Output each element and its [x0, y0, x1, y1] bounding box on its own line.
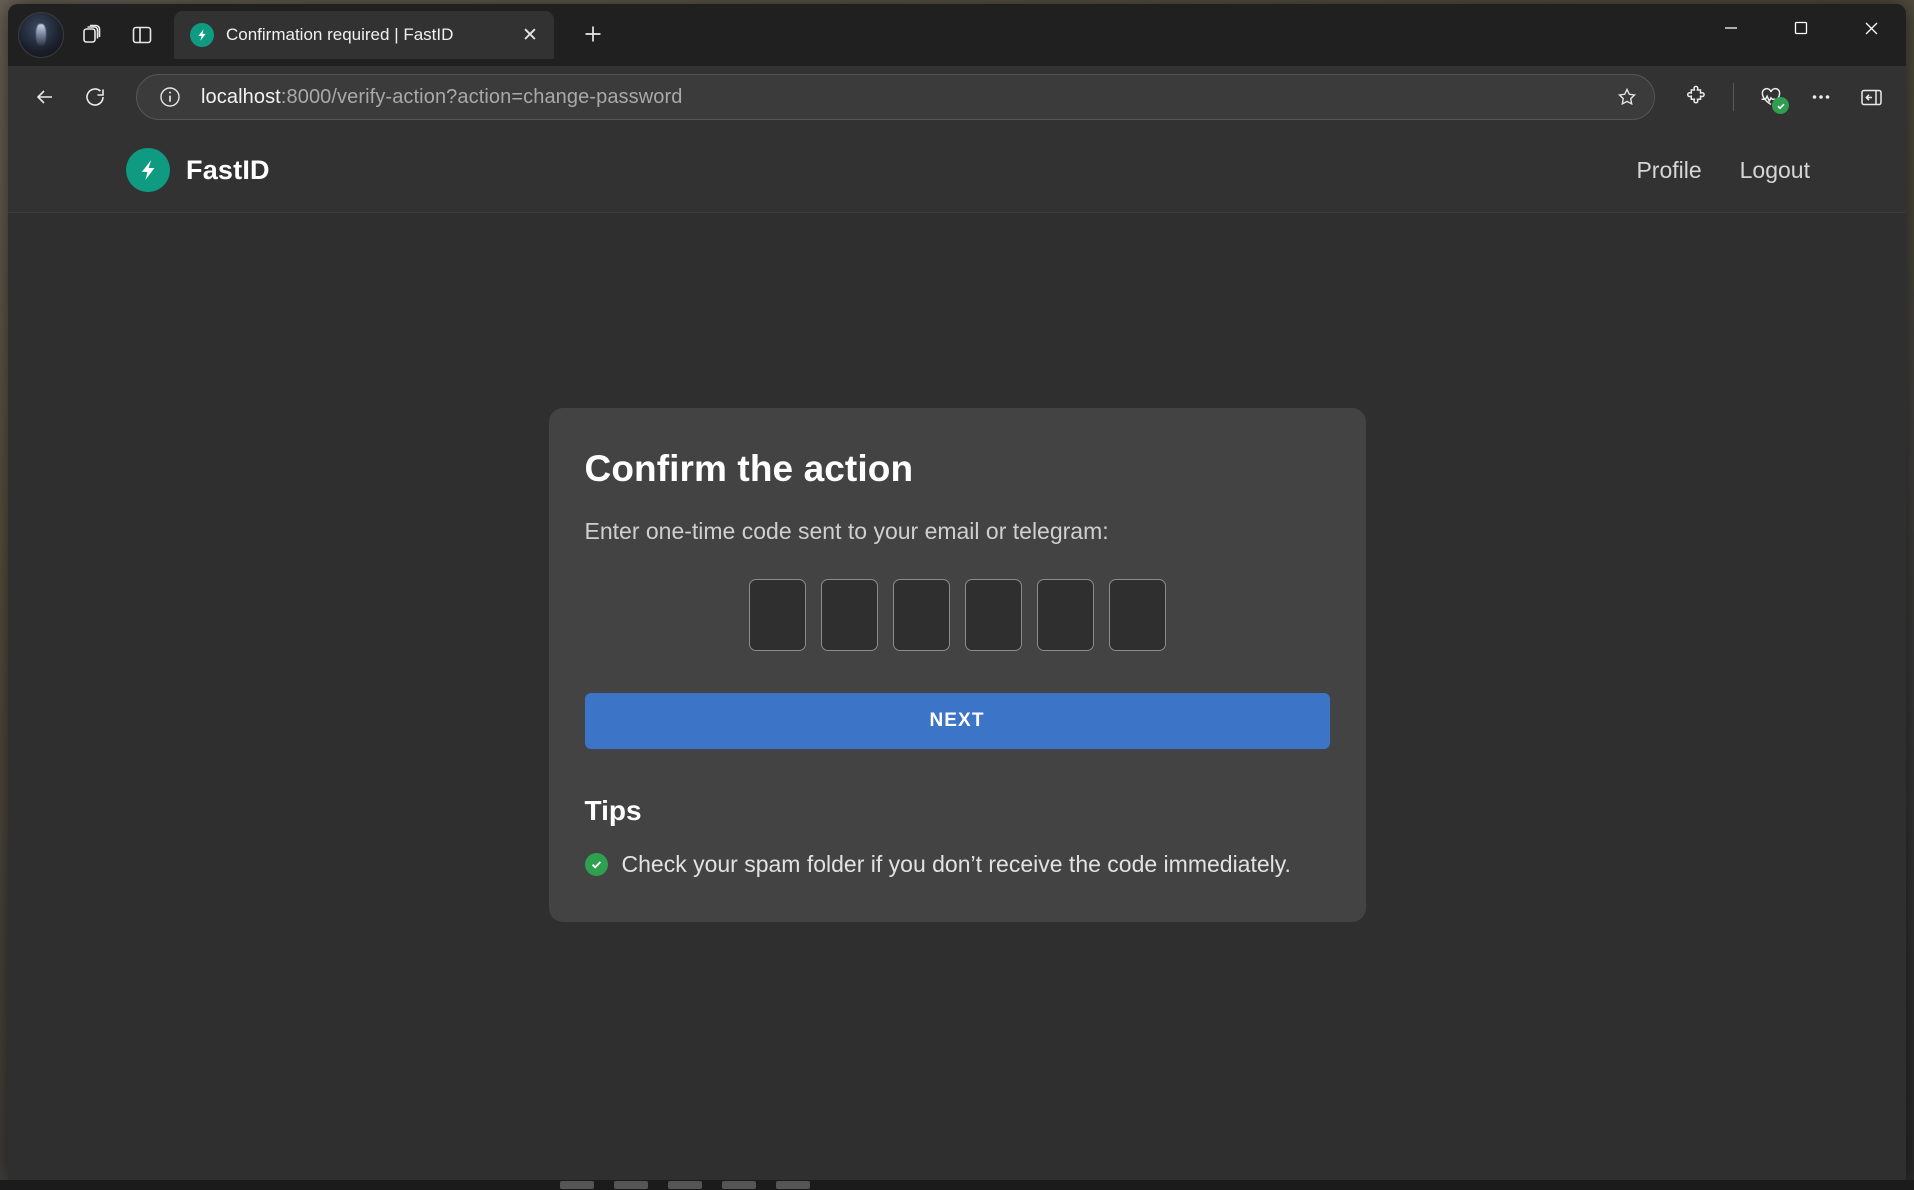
split-pane-icon[interactable] [120, 13, 164, 57]
address-bar[interactable]: localhost:8000/verify-action?action=chan… [136, 74, 1655, 120]
browser-tab[interactable]: Confirmation required | FastID ✕ [174, 11, 554, 59]
otp-input-group [585, 579, 1330, 651]
minimize-button[interactable] [1696, 4, 1766, 52]
page-body: Confirm the action Enter one-time code s… [8, 213, 1906, 1179]
site-nav: Profile Logout [1636, 157, 1810, 184]
next-button[interactable]: NEXT [584, 693, 1330, 749]
browser-toolbar: localhost:8000/verify-action?action=chan… [8, 66, 1906, 128]
extensions-puzzle-icon[interactable] [1673, 74, 1719, 120]
taskbar-item[interactable] [560, 1181, 594, 1189]
tips-heading: Tips [584, 795, 642, 826]
confirm-action-card: Confirm the action Enter one-time code s… [548, 408, 1366, 922]
favorite-star-icon[interactable] [1608, 78, 1646, 116]
maximize-button[interactable] [1766, 4, 1836, 52]
otp-digit-3[interactable] [892, 579, 950, 651]
sidebar-toggle-icon[interactable] [1848, 74, 1894, 120]
toolbar-divider [1733, 83, 1734, 111]
window-controls [1696, 4, 1906, 52]
otp-digit-2[interactable] [820, 579, 878, 651]
new-tab-icon[interactable] [572, 13, 614, 55]
fastid-bolt-icon [190, 23, 214, 47]
taskbar-item[interactable] [776, 1181, 810, 1189]
avatar-image [36, 24, 46, 46]
otp-digit-6[interactable] [1108, 579, 1166, 651]
tab-strip: Confirmation required | FastID ✕ [8, 4, 1906, 66]
desktop-background: Confirmation required | FastID ✕ localho… [0, 0, 1914, 1190]
fastid-bolt-icon [126, 148, 170, 192]
tab-strip-left-controls: Confirmation required | FastID ✕ [8, 4, 614, 66]
settings-more-icon[interactable] [1798, 74, 1844, 120]
tip-text: Check your spam folder if you don’t rece… [621, 851, 1291, 877]
url-text[interactable]: localhost:8000/verify-action?action=chan… [201, 86, 1596, 109]
otp-digit-5[interactable] [1036, 579, 1094, 651]
close-button[interactable] [1836, 4, 1906, 52]
browser-essentials-icon[interactable] [1748, 74, 1794, 120]
back-icon[interactable] [22, 74, 68, 120]
health-check-badge [1772, 97, 1789, 114]
nav-link-logout[interactable]: Logout [1740, 157, 1810, 184]
tab-close-icon[interactable]: ✕ [516, 21, 544, 49]
taskbar-item[interactable] [722, 1181, 756, 1189]
tab-search-icon[interactable] [70, 13, 114, 57]
taskbar-item[interactable] [668, 1181, 702, 1189]
os-taskbar[interactable] [0, 1180, 1914, 1190]
tab-title: Confirmation required | FastID [226, 25, 454, 44]
site-information-icon[interactable] [151, 78, 189, 116]
page-viewport: FastID Profile Logout Confirm the action… [8, 128, 1906, 1180]
page-title: Confirm the action [584, 448, 914, 489]
check-circle-icon [584, 853, 608, 876]
otp-digit-4[interactable] [964, 579, 1022, 651]
brand-logo-group[interactable]: FastID [126, 148, 270, 192]
otp-digit-1[interactable] [748, 579, 806, 651]
profile-avatar[interactable] [18, 12, 64, 58]
browser-window: Confirmation required | FastID ✕ localho… [8, 4, 1906, 1180]
reload-icon[interactable] [72, 74, 118, 120]
nav-link-profile[interactable]: Profile [1636, 157, 1701, 184]
url-host: localhost [201, 85, 281, 108]
tip-item: Check your spam folder if you don’t rece… [584, 851, 1330, 878]
otp-instruction-text: Enter one-time code sent to your email o… [584, 518, 1109, 544]
url-path: :8000/verify-action?action=change-passwo… [280, 85, 683, 108]
taskbar-item[interactable] [614, 1181, 648, 1189]
brand-name: FastID [186, 154, 270, 185]
site-header: FastID Profile Logout [8, 128, 1906, 213]
